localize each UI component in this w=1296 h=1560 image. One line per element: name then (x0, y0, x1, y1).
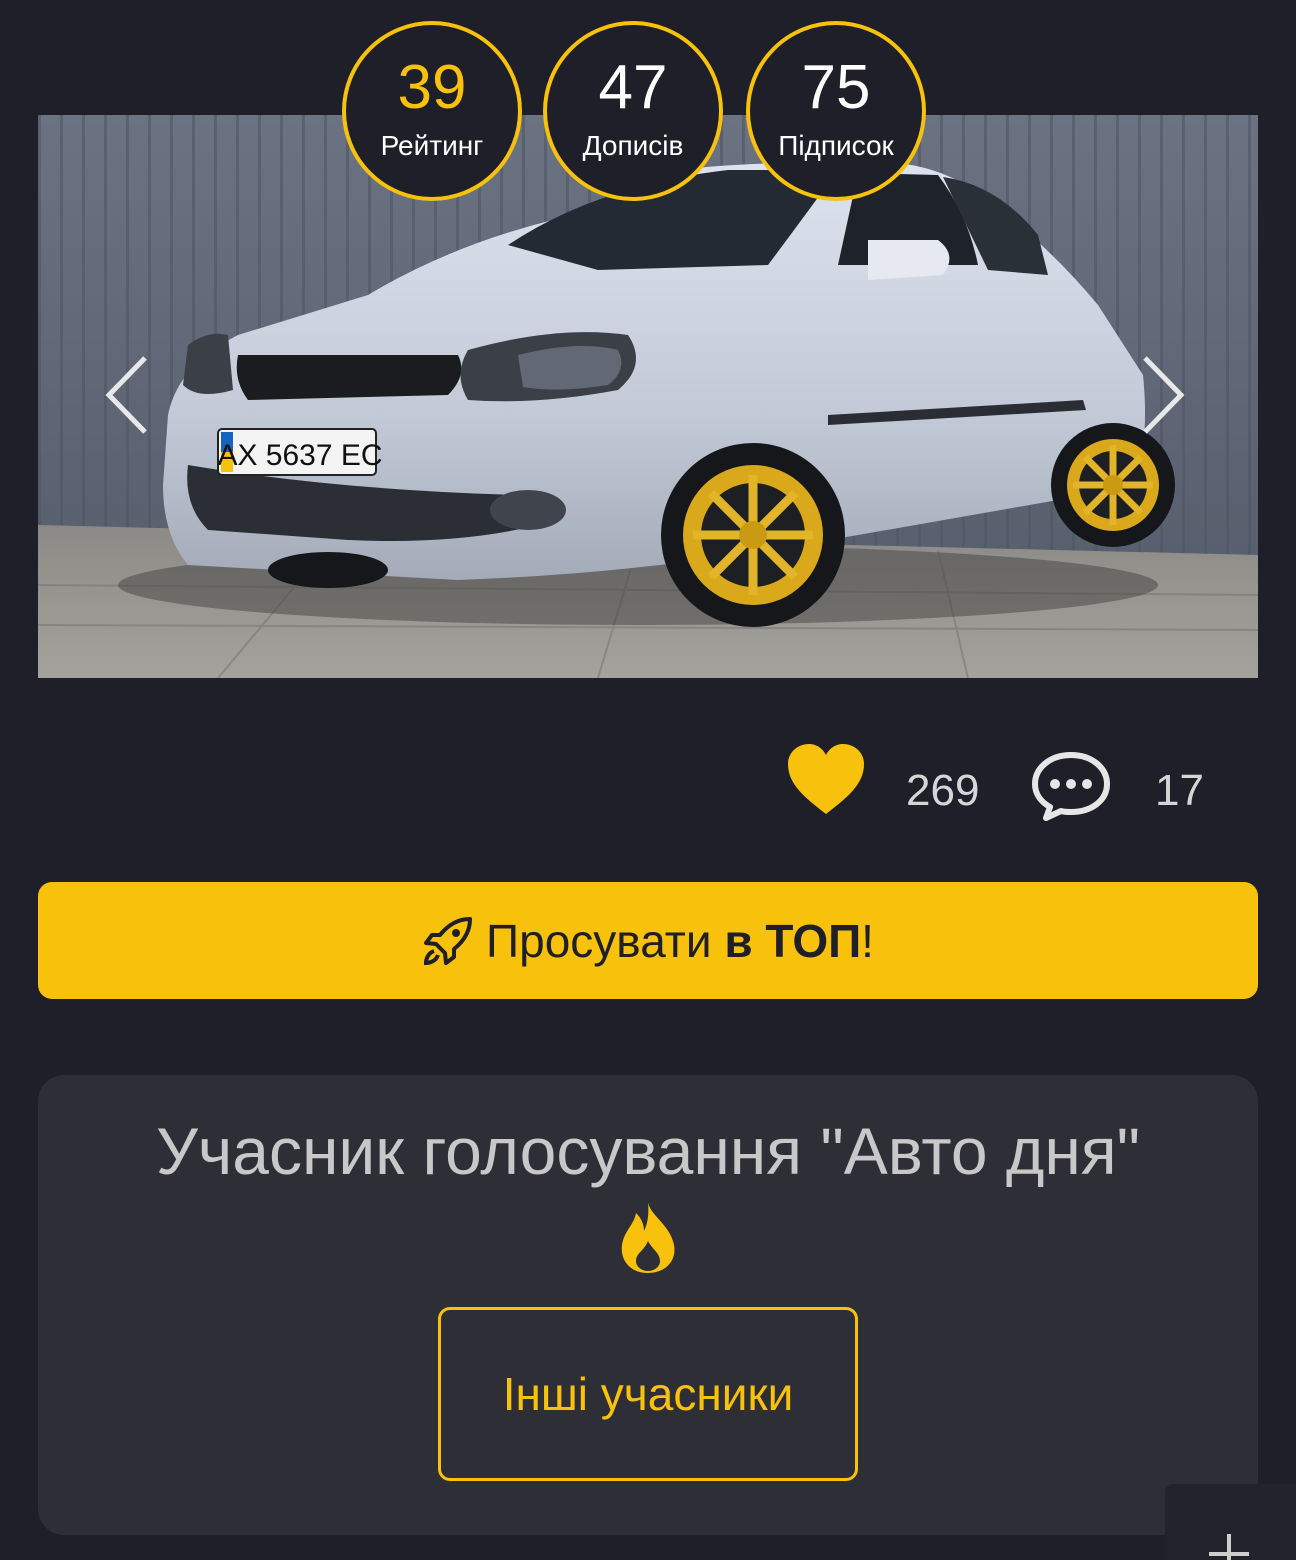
comment-bubble-icon[interactable] (1030, 750, 1112, 822)
post-page: AX 5637 EC 39 Рейтинг 47 Дописів 75 Підп… (0, 0, 1296, 1560)
promote-text: Просувати в ТОП! (486, 914, 874, 967)
plus-icon (1209, 1534, 1249, 1560)
stat-posts[interactable]: 47 Дописів (543, 21, 723, 201)
stat-rating[interactable]: 39 Рейтинг (342, 21, 522, 201)
other-participants-button[interactable]: Інші учасники (438, 1307, 858, 1481)
vote-card: Учасник голосування "Авто дня" Інші учас… (38, 1075, 1258, 1535)
heart-icon[interactable] (786, 742, 866, 816)
stat-subscriptions-label: Підписок (778, 130, 894, 161)
stat-subscriptions-value: 75 (801, 53, 871, 122)
fire-icon (621, 1203, 675, 1273)
add-button[interactable] (1165, 1484, 1296, 1560)
rocket-icon (424, 916, 473, 965)
stat-rating-label: Рейтинг (380, 130, 484, 161)
promote-to-top-button[interactable]: Просувати в ТОП! (38, 882, 1258, 999)
previous-photo-button[interactable] (95, 350, 155, 440)
chevron-left-icon (105, 356, 147, 434)
stat-subscriptions[interactable]: 75 Підписок (746, 21, 926, 201)
vote-title: Учасник голосування "Авто дня" (155, 1114, 1141, 1188)
next-photo-button[interactable] (1135, 350, 1195, 440)
stat-posts-value: 47 (598, 53, 668, 122)
stat-rating-value: 39 (397, 53, 467, 122)
likes-count: 269 (906, 766, 980, 815)
license-plate-text: AX 5637 EC (217, 439, 382, 472)
stat-posts-label: Дописів (582, 130, 684, 161)
comments-count: 17 (1155, 766, 1204, 815)
chevron-right-icon (1143, 356, 1185, 434)
